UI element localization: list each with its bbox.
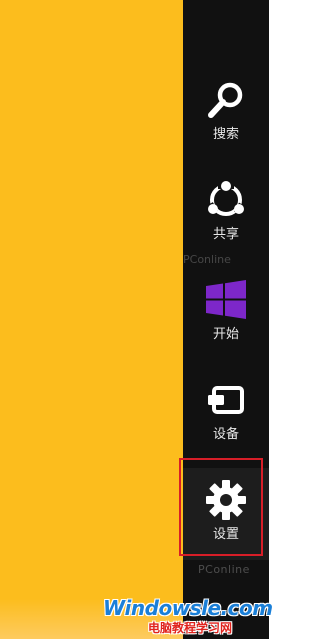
charm-devices[interactable]: 设备 [183, 368, 269, 460]
charm-start-label: 开始 [212, 327, 239, 342]
charm-devices-label: 设备 [212, 427, 239, 442]
charm-settings-label: 设置 [212, 527, 239, 542]
watermark-pconline: PConline [198, 563, 250, 576]
charm-start[interactable]: 开始 [183, 268, 269, 360]
watermark-brand: Windowsle.com [103, 596, 273, 620]
charm-share[interactable]: 共享 [183, 168, 269, 260]
gear-icon [206, 480, 246, 520]
charm-search[interactable]: 搜索 [183, 68, 269, 160]
charms-bar: 搜索 共享 开始 设备 设置 [183, 0, 269, 639]
share-icon [205, 181, 247, 216]
devices-icon [208, 386, 244, 414]
charm-share-label: 共享 [212, 227, 239, 242]
watermark-subtitle: 电脑教程学习网 [148, 621, 233, 635]
charm-settings[interactable]: 设置 [183, 468, 269, 560]
charm-search-label: 搜索 [212, 127, 239, 142]
desktop-background [0, 0, 183, 639]
search-icon [208, 82, 243, 118]
windows-start-icon [206, 280, 246, 319]
watermark-pconline-mid: PConline [183, 253, 231, 266]
